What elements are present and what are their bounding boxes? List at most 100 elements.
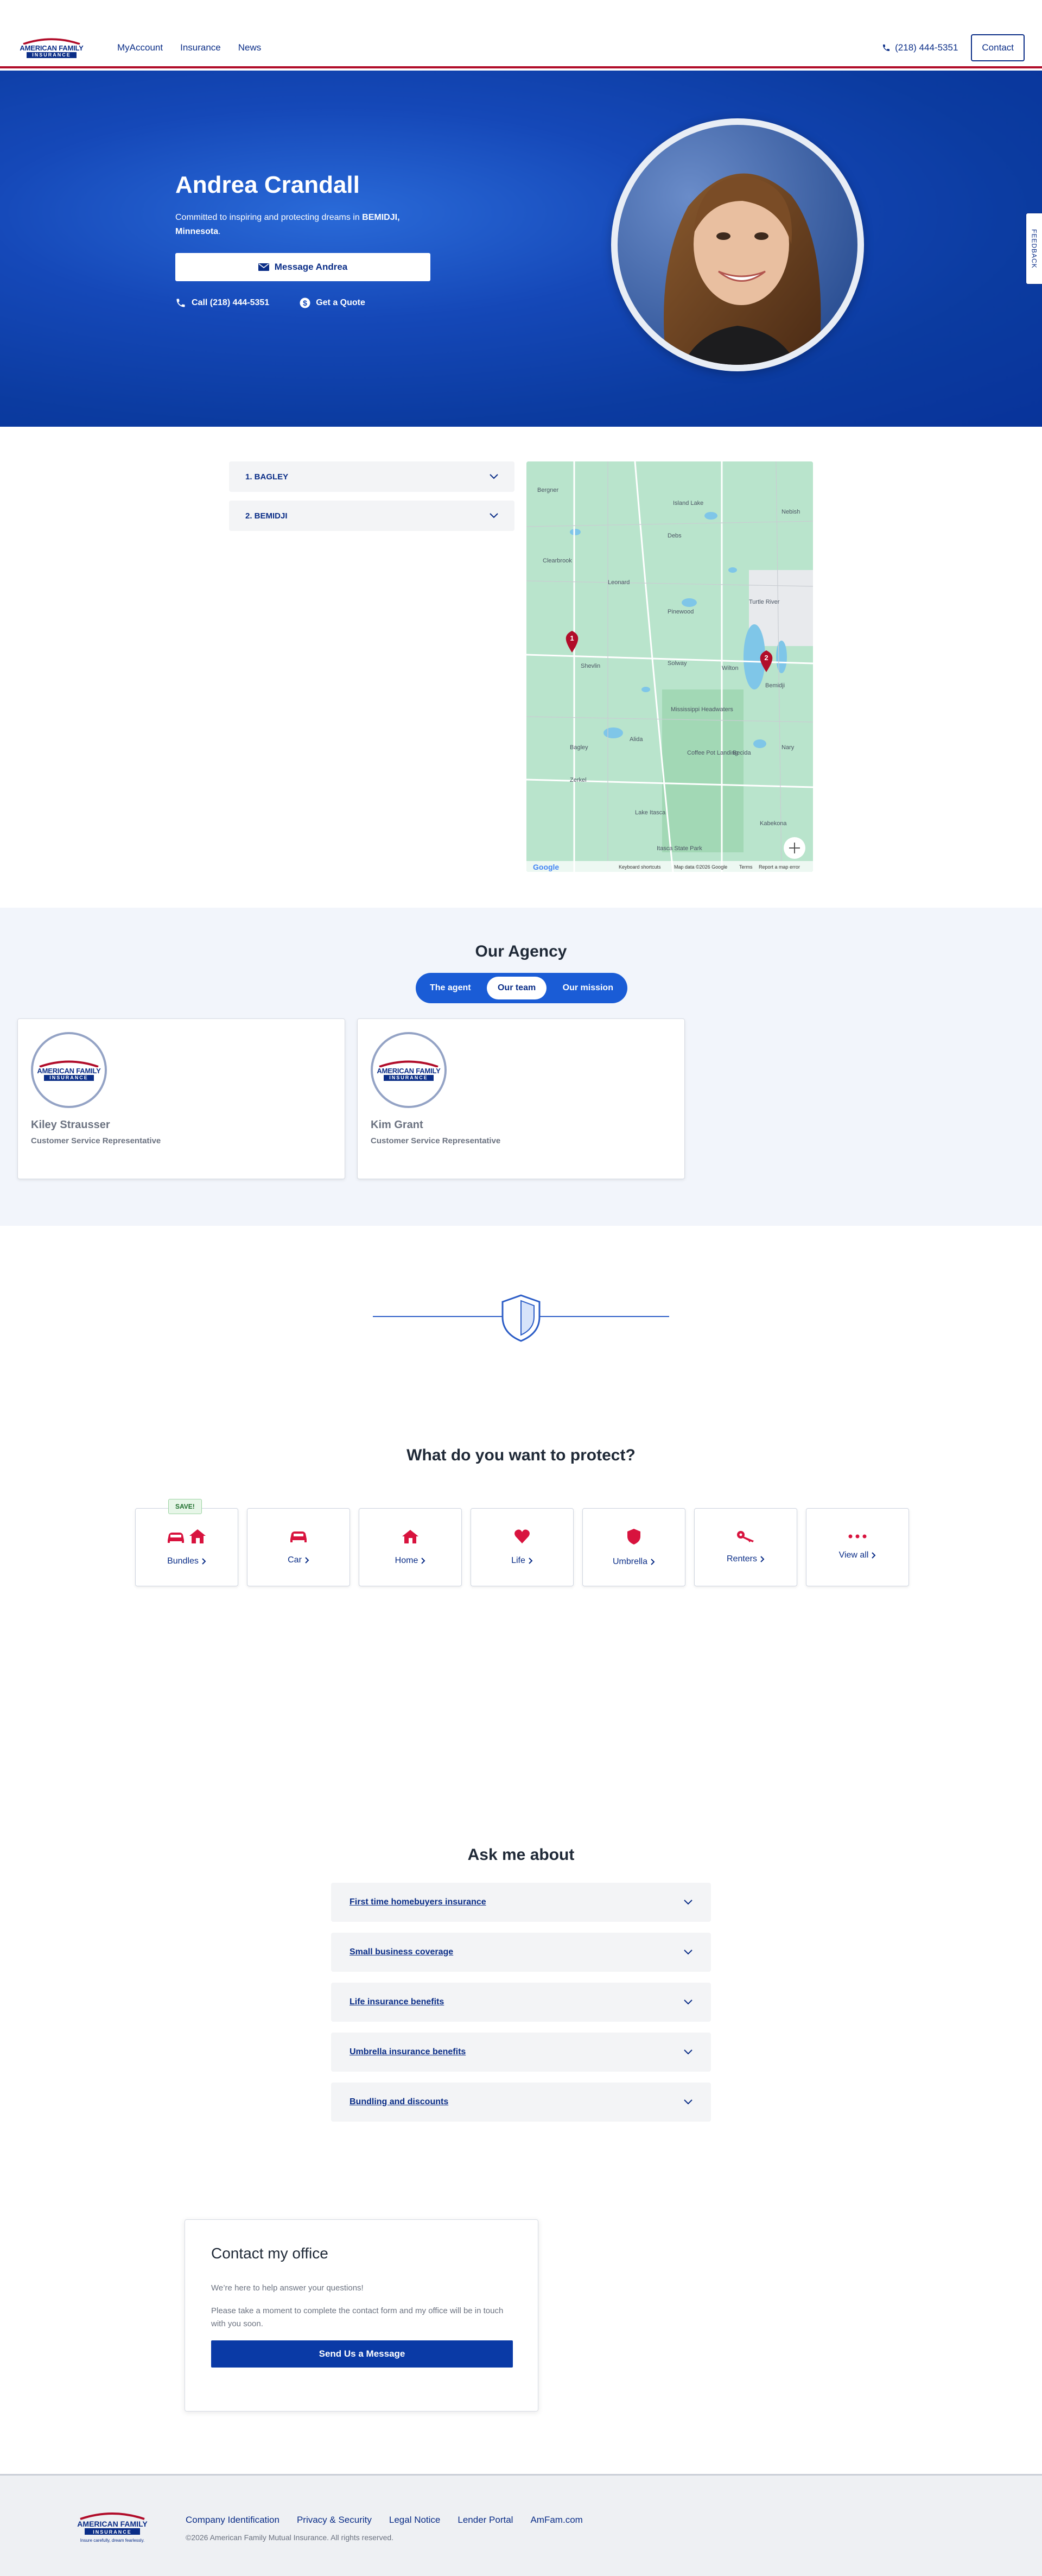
phone-icon bbox=[883, 45, 890, 51]
ask-item[interactable]: Umbrella insurance benefits bbox=[331, 2033, 711, 2072]
header-phone-link[interactable]: (218) 444-5351 bbox=[882, 42, 958, 53]
product-tile-renters[interactable]: Renters bbox=[694, 1508, 797, 1586]
team-member-role: Customer Service Representative bbox=[31, 1136, 161, 1145]
team-member-role: Customer Service Representative bbox=[371, 1136, 501, 1145]
logo-wordmark: AMERICAN FAMILY bbox=[77, 2520, 148, 2528]
agent-portrait-illustration bbox=[618, 125, 857, 365]
map-report-link[interactable]: Report a map error bbox=[759, 864, 800, 870]
map-label: Bergner bbox=[537, 487, 558, 493]
footer-link-privacy[interactable]: Privacy & Security bbox=[297, 2515, 372, 2526]
home-icon bbox=[402, 1530, 418, 1543]
message-agent-label: Message Andrea bbox=[274, 262, 348, 272]
map-label: Itasca State Park bbox=[657, 845, 702, 852]
feedback-tab[interactable]: FEEDBACK bbox=[1026, 213, 1042, 284]
chevron-right-icon bbox=[421, 1558, 425, 1564]
product-tile-umbrella[interactable]: Umbrella bbox=[582, 1508, 685, 1586]
chevron-right-icon bbox=[760, 1556, 765, 1562]
map-label: Nary bbox=[782, 744, 795, 751]
ask-item[interactable]: Bundling and discounts bbox=[331, 2083, 711, 2122]
chevron-down-icon bbox=[684, 2049, 692, 2055]
product-label: Home bbox=[395, 1556, 418, 1565]
product-tile-home[interactable]: Home bbox=[359, 1508, 462, 1586]
location-accordion-bemidji[interactable]: 2. BEMIDJI bbox=[229, 501, 514, 531]
product-tiles: SAVE! Bundles Car Home Life Umbrella Ren… bbox=[135, 1499, 909, 1586]
chevron-down-icon bbox=[684, 2099, 692, 2105]
map-label: Lake Itasca bbox=[635, 809, 666, 816]
message-agent-button[interactable]: Message Andrea bbox=[175, 253, 430, 281]
tab-our-team[interactable]: Our team bbox=[486, 977, 547, 999]
site-header: AMERICAN FAMILY INSURANCE MyAccount Insu… bbox=[0, 29, 1042, 68]
map-label: Wilton bbox=[722, 665, 739, 672]
map-label: Pinewood bbox=[668, 609, 694, 615]
ask-item-label: Bundling and discounts bbox=[350, 2097, 449, 2106]
ask-item[interactable]: Small business coverage bbox=[331, 1933, 711, 1972]
map-label: Kabekona bbox=[760, 820, 787, 827]
ask-item-label: Umbrella insurance benefits bbox=[350, 2047, 466, 2056]
map-label: Leonard bbox=[608, 579, 630, 586]
nav-myaccount[interactable]: MyAccount bbox=[117, 42, 163, 53]
footer-logo[interactable]: AMERICAN FAMILY INSURANCE Insure careful… bbox=[77, 2510, 148, 2548]
chevron-right-icon bbox=[529, 1558, 533, 1564]
contact-button[interactable]: Contact bbox=[971, 34, 1025, 61]
ask-item[interactable]: Life insurance benefits bbox=[331, 1983, 711, 2022]
team-member-name: Kiley Strausser bbox=[31, 1119, 110, 1131]
logo-subwordmark: INSURANCE bbox=[384, 1074, 434, 1081]
footer-link-amfam[interactable]: AmFam.com bbox=[530, 2515, 582, 2526]
amfam-logo[interactable]: AMERICAN FAMILY INSURANCE bbox=[17, 37, 86, 58]
map-label: Shevlin bbox=[581, 663, 600, 669]
header-phone-text: (218) 444-5351 bbox=[895, 42, 958, 53]
tab-the-agent[interactable]: The agent bbox=[419, 977, 482, 999]
key-icon bbox=[737, 1531, 754, 1542]
chevron-right-icon bbox=[872, 1552, 876, 1559]
ask-item-label: First time homebuyers insurance bbox=[350, 1897, 486, 1907]
office-locations: 1. BAGLEY 2. BEMIDJI bbox=[229, 461, 514, 540]
chevron-right-icon bbox=[651, 1559, 655, 1565]
nav-news[interactable]: News bbox=[238, 42, 262, 53]
nav-insurance[interactable]: Insurance bbox=[180, 42, 221, 53]
shield-icon bbox=[501, 1294, 541, 1342]
chevron-right-icon bbox=[305, 1557, 309, 1564]
send-message-button[interactable]: Send Us a Message bbox=[211, 2340, 513, 2368]
chevron-down-icon bbox=[684, 1900, 692, 1905]
product-tile-car[interactable]: Car bbox=[247, 1508, 350, 1586]
amfam-logo-footer: AMERICAN FAMILY INSURANCE Insure careful… bbox=[77, 2512, 148, 2543]
map-label: Turtle River bbox=[749, 599, 780, 605]
map-keyboard-shortcuts[interactable]: Keyboard shortcuts bbox=[619, 864, 661, 870]
top-strip bbox=[0, 0, 1042, 29]
google-logo: Google bbox=[533, 863, 559, 871]
footer-link-legal[interactable]: Legal Notice bbox=[389, 2515, 441, 2526]
map-label: Bagley bbox=[570, 744, 588, 751]
product-tile-view-all[interactable]: View all bbox=[806, 1508, 909, 1586]
map-label: Alida bbox=[630, 736, 643, 743]
footer-link-lender-portal[interactable]: Lender Portal bbox=[458, 2515, 513, 2526]
get-quote-link[interactable]: $ Get a Quote bbox=[300, 298, 365, 308]
map-fullscreen-button[interactable] bbox=[784, 837, 805, 859]
location-accordion-bagley[interactable]: 1. BAGLEY bbox=[229, 461, 514, 492]
ask-accordion: First time homebuyers insurance Small bu… bbox=[331, 1883, 711, 2132]
footer-link-company-id[interactable]: Company Identification bbox=[186, 2515, 279, 2526]
main-nav: MyAccount Insurance News bbox=[117, 42, 261, 53]
office-map[interactable]: Bergner Island Lake Nebish Debs Clearbro… bbox=[526, 461, 813, 872]
svg-text:$: $ bbox=[303, 299, 307, 307]
tab-our-mission[interactable]: Our mission bbox=[552, 977, 624, 999]
agent-name: Andrea Crandall bbox=[175, 172, 360, 198]
shield-icon bbox=[627, 1529, 640, 1545]
map-label: Bemidji bbox=[765, 682, 785, 689]
call-agent-link[interactable]: Call (218) 444-5351 bbox=[175, 298, 269, 308]
product-label: Bundles bbox=[167, 1556, 199, 1566]
roof-icon bbox=[39, 1060, 99, 1067]
product-label: View all bbox=[838, 1550, 869, 1560]
chevron-down-icon bbox=[684, 1950, 692, 1955]
roof-icon bbox=[379, 1060, 439, 1067]
logo-wordmark: AMERICAN FAMILY bbox=[20, 44, 84, 52]
map-terms-link[interactable]: Terms bbox=[739, 864, 753, 870]
team-member-logo: AMERICAN FAMILY INSURANCE bbox=[31, 1032, 107, 1108]
ask-item[interactable]: First time homebuyers insurance bbox=[331, 1883, 711, 1922]
team-member-name: Kim Grant bbox=[371, 1119, 423, 1131]
product-tile-life[interactable]: Life bbox=[471, 1508, 574, 1586]
logo-subwordmark: INSURANCE bbox=[93, 2529, 132, 2535]
contact-title: Contact my office bbox=[211, 2245, 328, 2262]
product-tile-bundles[interactable]: SAVE! Bundles bbox=[135, 1499, 238, 1586]
map-marker-label: 1 bbox=[570, 634, 574, 642]
car-icon bbox=[290, 1531, 307, 1542]
